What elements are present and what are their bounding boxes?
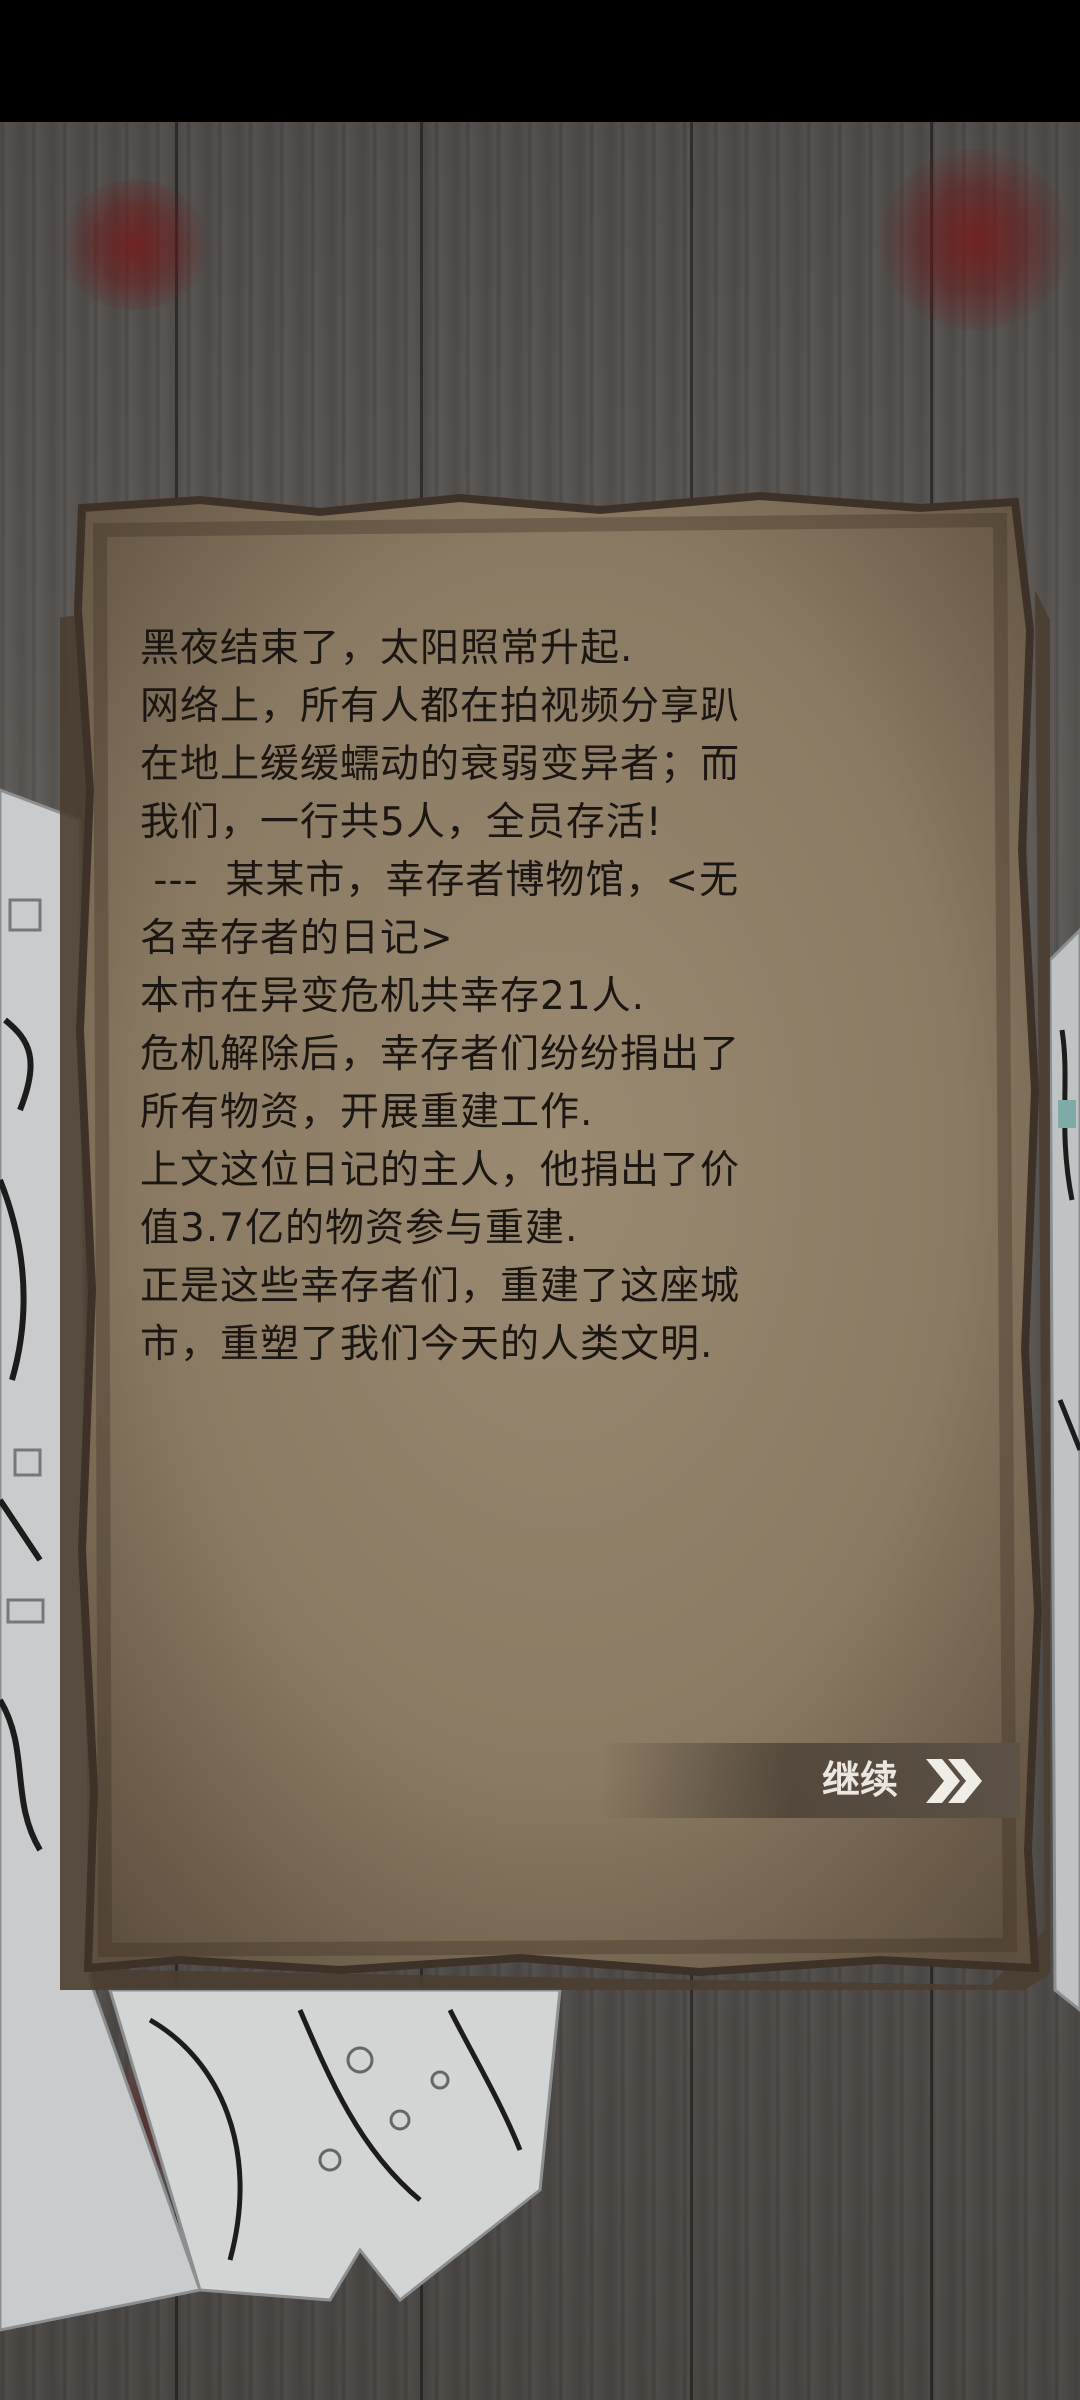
diary-line: 上文这位日记的主人，他捐出了价: [140, 1148, 741, 1193]
diary-line: 正是这些幸存者们，重建了这座城: [140, 1264, 741, 1309]
diary-line: 所有物资，开展重建工作.: [140, 1090, 594, 1135]
double-chevron-right-icon: [926, 1759, 982, 1803]
diary-line: 值3.7亿的物资参与重建.: [140, 1206, 579, 1251]
diary-line: 黑夜结束了，太阳照常升起.: [140, 626, 634, 671]
diary-line: 市，重塑了我们今天的人类文明.: [140, 1322, 714, 1367]
continue-button[interactable]: 继续: [600, 1743, 1020, 1818]
continue-label: 继续: [822, 1758, 899, 1802]
map-sheet-right: [1048, 927, 1080, 2012]
diary-line: 在地上缓缓蠕动的衰弱变异者；而: [140, 742, 741, 787]
diary-line: 我们，一行共5人，全员存活!: [140, 800, 663, 845]
diary-line: --- 某某市，幸存者博物馆，<无: [140, 858, 740, 903]
game-screen: 黑夜结束了，太阳照常升起. 网络上，所有人都在拍视频分享趴 在地上缓缓蠕动的衰弱…: [0, 0, 1080, 2400]
diary-text: 黑夜结束了，太阳照常升起. 网络上，所有人都在拍视频分享趴 在地上缓缓蠕动的衰弱…: [140, 620, 960, 1374]
diary-line: 危机解除后，幸存者们纷纷捐出了: [140, 1032, 741, 1077]
diary-line: 名幸存者的日记>: [140, 916, 454, 961]
diary-line: 网络上，所有人都在拍视频分享趴: [140, 684, 741, 729]
diary-line: 本市在异变危机共幸存21人.: [140, 974, 646, 1019]
